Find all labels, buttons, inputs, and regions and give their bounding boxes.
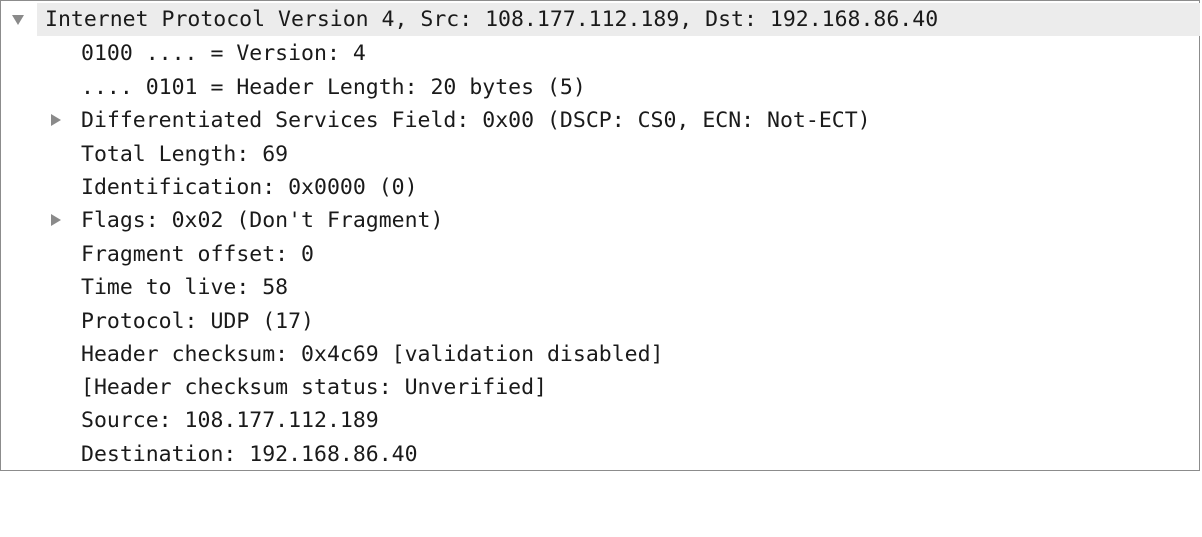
triangle-right-icon[interactable] — [51, 214, 61, 226]
tree-item-header-checksum[interactable]: Header checksum: 0x4c69 [validation disa… — [1, 338, 663, 371]
tree-item-header-length[interactable]: .... 0101 = Header Length: 20 bytes (5) — [1, 71, 586, 104]
tree-item-fragment-offset[interactable]: Fragment offset: 0 — [1, 238, 314, 271]
packet-details-pane: Internet Protocol Version 4, Src: 108.17… — [0, 0, 1200, 471]
tree-item-label: Total Length: 69 — [81, 142, 289, 167]
tree-root-ipv4[interactable]: Internet Protocol Version 4, Src: 108.17… — [1, 3, 938, 36]
tree-item-label: Header checksum: 0x4c69 [validation disa… — [81, 342, 664, 367]
tree-item-flags[interactable]: Flags: 0x02 (Don't Fragment) — [1, 204, 443, 237]
tree-root-label: Internet Protocol Version 4, Src: 108.17… — [45, 7, 939, 32]
tree-item-label: Identification: 0x0000 (0) — [81, 175, 418, 200]
tree-item-label: Protocol: UDP (17) — [81, 309, 314, 334]
tree-item-label: Flags: 0x02 (Don't Fragment) — [81, 208, 444, 233]
tree-item-total-length[interactable]: Total Length: 69 — [1, 138, 288, 171]
tree-item-checksum-status[interactable]: [Header checksum status: Unverified] — [1, 371, 547, 404]
tree-item-identification[interactable]: Identification: 0x0000 (0) — [1, 171, 418, 204]
tree-item-label: [Header checksum status: Unverified] — [81, 375, 547, 400]
tree-item-label: Fragment offset: 0 — [81, 242, 314, 267]
tree-item-version[interactable]: 0100 .... = Version: 4 — [1, 37, 366, 70]
triangle-right-icon[interactable] — [51, 114, 61, 126]
tree-item-label: Source: 108.177.112.189 — [81, 408, 379, 433]
tree-item-label: .... 0101 = Header Length: 20 bytes (5) — [81, 75, 586, 100]
triangle-down-icon[interactable] — [12, 15, 24, 25]
tree-item-destination[interactable]: Destination: 192.168.86.40 — [1, 438, 418, 471]
tree-item-label: Destination: 192.168.86.40 — [81, 442, 418, 467]
tree-item-label: Time to live: 58 — [81, 275, 289, 300]
tree-item-dsfield[interactable]: Differentiated Services Field: 0x00 (DSC… — [1, 104, 871, 137]
tree-item-ttl[interactable]: Time to live: 58 — [1, 271, 288, 304]
tree-item-label: Differentiated Services Field: 0x00 (DSC… — [81, 108, 871, 133]
tree-item-label: 0100 .... = Version: 4 — [81, 41, 366, 66]
tree-item-protocol[interactable]: Protocol: UDP (17) — [1, 305, 314, 338]
tree-item-source[interactable]: Source: 108.177.112.189 — [1, 404, 379, 437]
